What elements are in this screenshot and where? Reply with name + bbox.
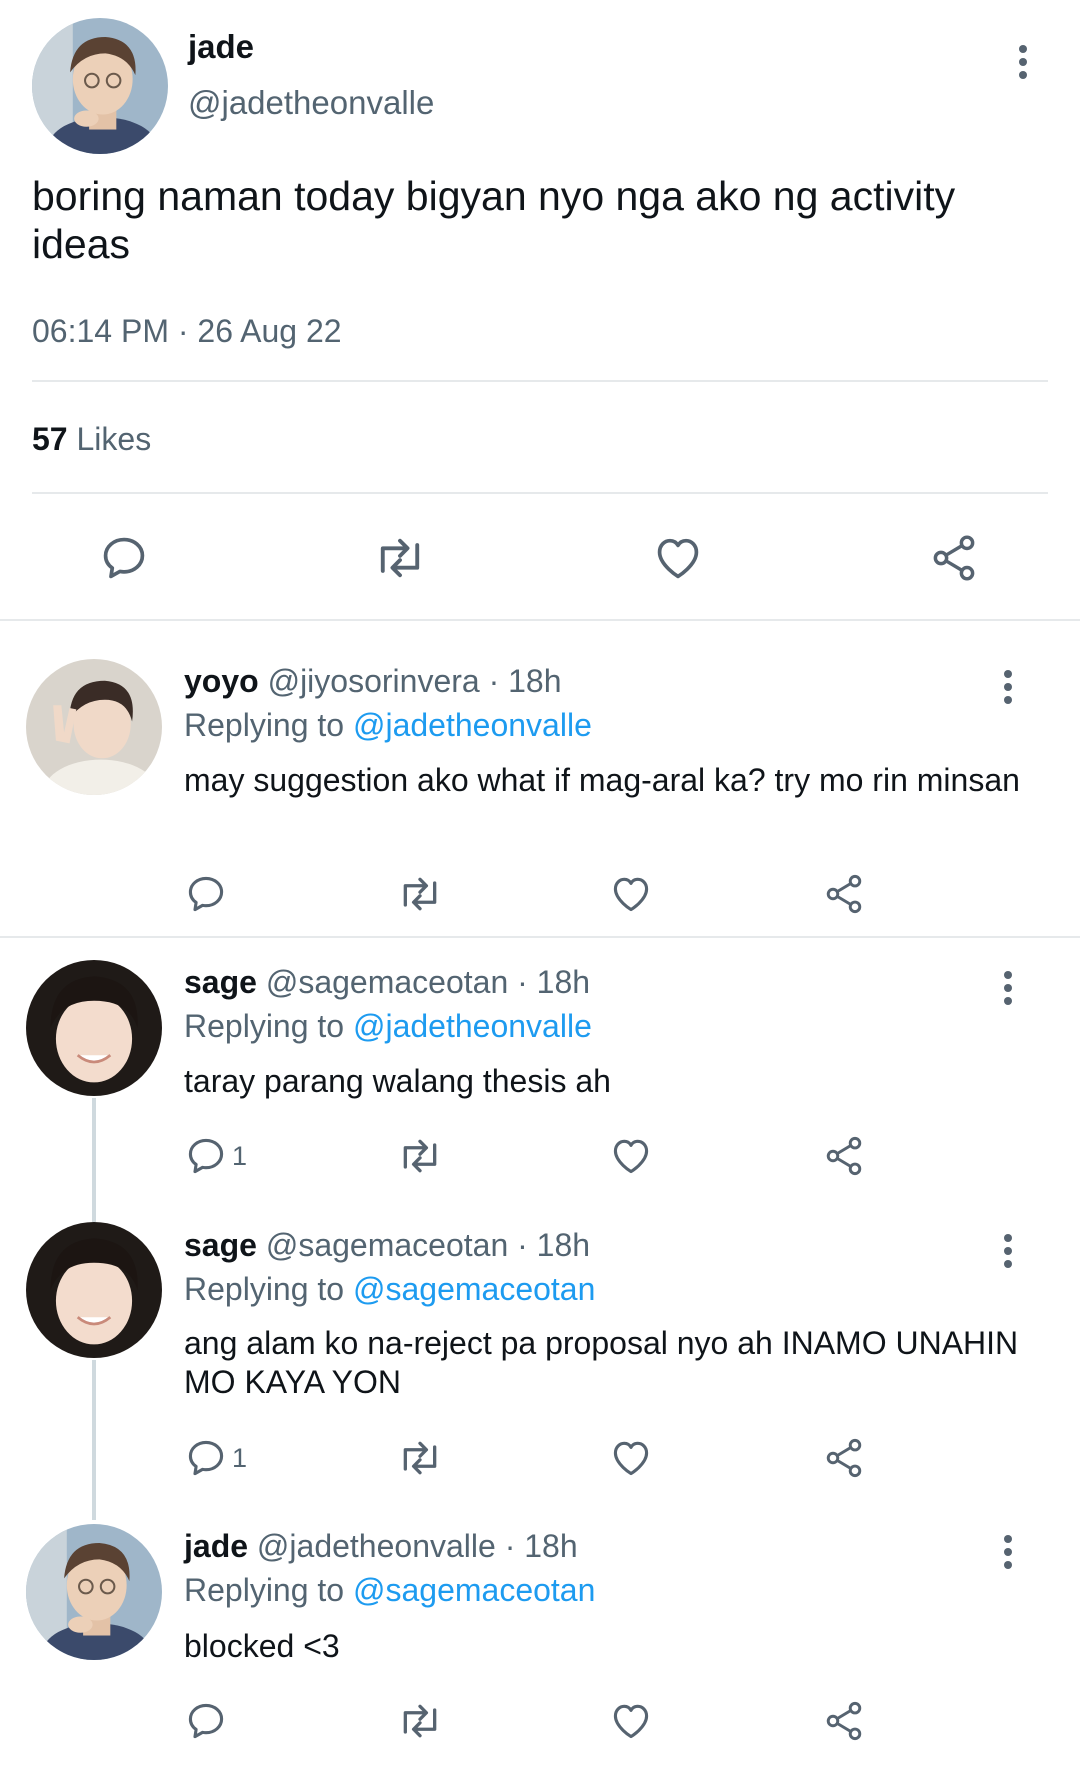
replying-to: Replying to @jadetheonvalle	[184, 707, 592, 744]
like-icon	[613, 1704, 649, 1739]
like-button[interactable]	[609, 1436, 653, 1480]
reply-text: ang alam ko na-reject pa proposal nyo ah…	[184, 1325, 1019, 1400]
reply-icon	[103, 537, 145, 579]
reply-author-name[interactable]: sage	[184, 1227, 257, 1263]
share-icon	[826, 874, 862, 914]
replying-mention[interactable]: @sagemaceotan	[353, 1271, 595, 1307]
retweet-button[interactable]	[396, 1699, 444, 1743]
replying-label: Replying to	[184, 707, 353, 743]
thread-line	[92, 1360, 96, 1520]
like-icon	[613, 1441, 649, 1476]
replying-mention[interactable]: @sagemaceotan	[353, 1572, 595, 1608]
reply-text: may suggestion ako what if mag-aral ka? …	[184, 762, 1020, 798]
avatar-yoyo[interactable]	[26, 659, 162, 795]
likes-label: Likes	[76, 421, 152, 457]
reply-author-name[interactable]: sage	[184, 964, 257, 1000]
retweet-icon	[403, 1139, 437, 1173]
retweet-button[interactable]	[396, 872, 444, 916]
replying-label: Replying to	[184, 1271, 353, 1307]
replying-label: Replying to	[184, 1572, 353, 1608]
share-button[interactable]	[822, 1436, 866, 1480]
avatar-sage[interactable]	[26, 1222, 162, 1358]
share-button[interactable]	[928, 532, 980, 584]
reply-button[interactable]	[184, 1699, 232, 1743]
more-icon[interactable]	[993, 1531, 1023, 1573]
avatar-jade[interactable]	[32, 18, 168, 154]
like-icon	[613, 877, 649, 912]
author-handle[interactable]: @jadetheonvalle	[188, 84, 434, 122]
likes-count: 57	[32, 421, 68, 457]
retweet-button[interactable]	[396, 1436, 444, 1480]
replying-to: Replying to @sagemaceotan	[184, 1271, 595, 1308]
reply-header: jade @jadetheonvalle · 18h	[184, 1528, 578, 1565]
reply-count: 1	[232, 1140, 248, 1171]
like-button[interactable]	[609, 1699, 653, 1743]
reply-icon	[188, 1138, 224, 1174]
likes-stat[interactable]: 57 Likes	[32, 421, 151, 458]
retweet-icon	[403, 1704, 437, 1738]
replying-to: Replying to @jadetheonvalle	[184, 1008, 592, 1045]
reply-button[interactable]: 1	[184, 1134, 247, 1178]
retweet-button[interactable]	[396, 1134, 444, 1178]
share-button[interactable]	[822, 872, 866, 916]
more-icon[interactable]	[993, 967, 1023, 1009]
more-icon[interactable]	[1008, 41, 1038, 83]
avatar-sage[interactable]	[26, 960, 162, 1096]
reply-icon	[188, 876, 224, 912]
divider	[0, 936, 1080, 938]
share-icon	[826, 1438, 862, 1478]
reply-text: taray parang walang thesis ah	[184, 1063, 611, 1099]
like-icon	[657, 538, 699, 579]
replying-mention[interactable]: @jadetheonvalle	[353, 707, 592, 743]
reply-handle-time[interactable]: @jiyosorinvera · 18h	[259, 663, 562, 699]
reply-button[interactable]: 1	[184, 1436, 247, 1480]
like-button[interactable]	[652, 532, 704, 584]
divider	[32, 380, 1048, 382]
divider	[32, 492, 1048, 494]
reply-handle-time[interactable]: @sagemaceotan · 18h	[257, 1227, 590, 1263]
retweet-icon	[380, 538, 420, 578]
reply-icon	[188, 1440, 224, 1476]
reply-button[interactable]	[184, 872, 232, 916]
more-icon[interactable]	[993, 666, 1023, 708]
reply-header: sage @sagemaceotan · 18h	[184, 1227, 590, 1264]
reply-handle-time[interactable]: @jadetheonvalle · 18h	[248, 1528, 578, 1564]
reply-author-name[interactable]: yoyo	[184, 663, 259, 699]
share-button[interactable]	[822, 1134, 866, 1178]
retweet-icon	[403, 877, 437, 911]
share-button[interactable]	[822, 1699, 866, 1743]
like-icon	[613, 1139, 649, 1174]
reply-text: blocked <3	[184, 1628, 340, 1664]
retweet-icon	[403, 1441, 437, 1475]
divider	[0, 619, 1080, 621]
tweet-text: boring naman today bigyan nyo nga ako ng…	[32, 173, 956, 267]
reply-author-name[interactable]: jade	[184, 1528, 248, 1564]
reply-header: sage @sagemaceotan · 18h	[184, 964, 590, 1001]
like-button[interactable]	[609, 1134, 653, 1178]
replying-label: Replying to	[184, 1008, 353, 1044]
reply-count: 1	[232, 1442, 248, 1473]
avatar-jade[interactable]	[26, 1524, 162, 1660]
replying-to: Replying to @sagemaceotan	[184, 1572, 595, 1609]
more-icon[interactable]	[993, 1230, 1023, 1272]
thread-line	[92, 1098, 96, 1222]
like-button[interactable]	[609, 872, 653, 916]
share-icon	[826, 1136, 862, 1176]
reply-button[interactable]	[98, 532, 150, 584]
retweet-button[interactable]	[372, 532, 428, 584]
replying-mention[interactable]: @jadetheonvalle	[353, 1008, 592, 1044]
tweet-timestamp: 06:14 PM · 26 Aug 22	[32, 313, 342, 349]
reply-header: yoyo @jiyosorinvera · 18h	[184, 663, 562, 700]
reply-handle-time[interactable]: @sagemaceotan · 18h	[257, 964, 590, 1000]
author-name[interactable]: jade	[188, 28, 254, 66]
share-icon	[826, 1701, 862, 1741]
share-icon	[933, 535, 975, 581]
reply-icon	[188, 1703, 224, 1739]
